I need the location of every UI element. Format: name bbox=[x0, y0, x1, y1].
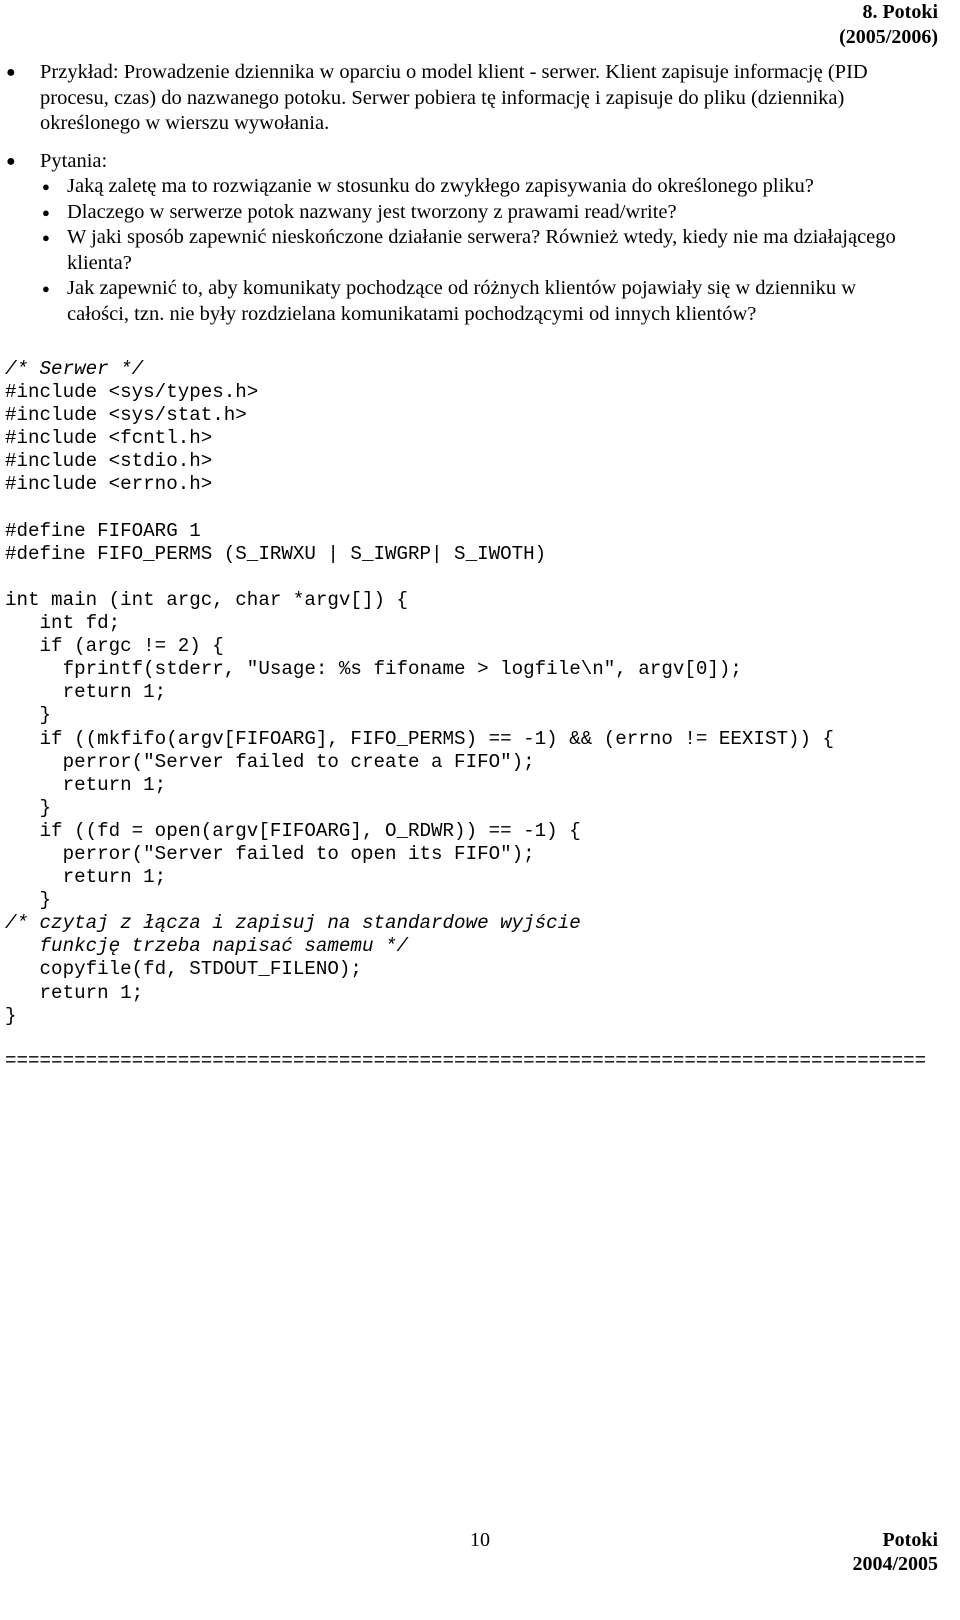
bullet-marker-icon: ● bbox=[6, 152, 16, 170]
code-line: } bbox=[5, 796, 52, 819]
bullet-item-level-2: ● Dlaczego w serwerze potok nazwany jest … bbox=[0, 200, 960, 226]
bullet-item-level-2: ● Jaką zaletę ma to rozwiązanie w stosunk… bbox=[0, 174, 960, 200]
code-line: #include <sys/stat.h> bbox=[5, 404, 247, 427]
header-subtitle: (2005/2006) bbox=[839, 26, 938, 48]
code-line: fprintf(stderr, "Usage: %s fifoname > lo… bbox=[5, 658, 742, 681]
bullet-text: W jaki sposób zapewnić nieskończone dzia… bbox=[67, 226, 896, 274]
bullet-marker-icon: ● bbox=[42, 179, 50, 194]
code-line: } bbox=[5, 704, 52, 727]
code-line: } bbox=[5, 1004, 17, 1027]
code-line: return 1; bbox=[5, 866, 167, 889]
bullet-marker-icon: ● bbox=[6, 64, 16, 81]
code-line: #define FIFOARG 1 bbox=[5, 519, 201, 542]
code-line: #include <fcntl.h> bbox=[5, 427, 213, 450]
code-line: return 1; bbox=[5, 981, 144, 1004]
bullet-text: Dlaczego w serwerze potok nazwany jest t… bbox=[67, 200, 677, 223]
code-line: /* Serwer */ bbox=[5, 358, 144, 380]
code-line: int main (int argc, char *argv[]) { bbox=[5, 588, 409, 611]
bullet-text: Jak zapewnić to, aby komunikaty pochodzą… bbox=[67, 277, 857, 325]
bullet-marker-icon: ● bbox=[42, 230, 50, 245]
code-line: copyfile(fd, STDOUT_FILENO); bbox=[5, 958, 362, 981]
code-line: return 1; bbox=[5, 773, 167, 796]
bullet-list: ● Przykład: Prowadzenie dziennika w oparc… bbox=[0, 60, 960, 327]
separator-rule: ========================================… bbox=[5, 1050, 927, 1072]
bullet-text: Pytania: bbox=[40, 149, 108, 172]
bullet-text: Jaką zaletę ma to rozwiązanie w stosunku… bbox=[67, 175, 814, 197]
footer-year: 2004/2005 bbox=[852, 1553, 938, 1575]
footer-page-number: 10 bbox=[470, 1529, 490, 1551]
code-line: #include <stdio.h> bbox=[5, 450, 213, 473]
page-header: 8. Potoki (2005/2006) bbox=[839, 0, 938, 50]
bullet-marker-icon: ● bbox=[42, 281, 50, 296]
bullet-item-level-1: ● Pytania: bbox=[0, 149, 960, 175]
code-line: #define FIFO_PERMS (S_IRWXU | S_IWGRP| S… bbox=[5, 542, 547, 565]
document-page: 8. Potoki (2005/2006) ● Przykład: Prowadz… bbox=[0, 0, 960, 1620]
footer-course-info: Potoki 2004/2005 bbox=[852, 1528, 938, 1576]
header-title: 8. Potoki bbox=[862, 1, 938, 23]
footer-course: Potoki bbox=[882, 1529, 938, 1551]
code-line: if ((mkfifo(argv[FIFOARG], FIFO_PERMS) =… bbox=[5, 727, 835, 750]
bullet-item-level-2: ● Jak zapewnić to, aby komunikaty pochodz… bbox=[0, 276, 960, 327]
code-line: } bbox=[5, 889, 52, 912]
code-line: /* czytaj z łącza i zapisuj na standardo… bbox=[5, 912, 581, 935]
bullet-text: Przykład: Prowadzenie dziennika w oparci… bbox=[40, 61, 868, 134]
code-line: funkcję trzeba napisać samemu */ bbox=[5, 935, 409, 958]
code-line: return 1; bbox=[5, 681, 167, 704]
bullet-marker-icon: ● bbox=[42, 204, 50, 220]
code-line: #include <sys/types.h> bbox=[5, 381, 259, 404]
code-line: if (argc != 2) { bbox=[5, 635, 224, 658]
code-line: perror("Server failed to open its FIFO")… bbox=[5, 842, 535, 865]
code-listing: /* Serwer */#include <sys/types.h> #inclu… bbox=[5, 358, 955, 1028]
code-line: int fd; bbox=[5, 612, 121, 635]
code-line: if ((fd = open(argv[FIFOARG], O_RDWR)) =… bbox=[5, 819, 581, 842]
code-line: #include <errno.h> bbox=[5, 473, 213, 496]
bullet-item-level-1: ● Przykład: Prowadzenie dziennika w oparc… bbox=[0, 60, 960, 137]
bullet-item-level-2: ● W jaki sposób zapewnić nieskończone dzi… bbox=[0, 225, 960, 276]
code-line: perror("Server failed to create a FIFO")… bbox=[5, 750, 535, 773]
